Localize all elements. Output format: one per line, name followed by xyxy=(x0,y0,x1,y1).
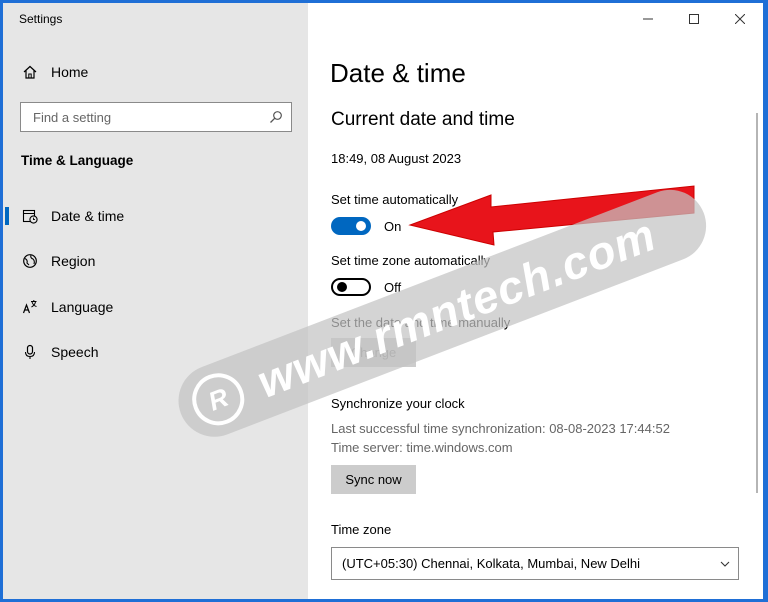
search-icon[interactable] xyxy=(269,110,283,129)
globe-icon xyxy=(21,252,39,270)
main-content: Date & time Current date and time 18:49,… xyxy=(330,3,750,599)
search-field[interactable] xyxy=(20,102,292,132)
sidebar-item-label: Region xyxy=(51,253,96,269)
timezone-label: Time zone xyxy=(331,522,392,537)
current-datetime: 18:49, 08 August 2023 xyxy=(331,151,462,166)
toggle-knob xyxy=(356,221,366,231)
auto-timezone-toggle[interactable] xyxy=(331,278,371,296)
sidebar-item-label: Language xyxy=(51,299,114,315)
chevron-down-icon xyxy=(720,561,730,567)
sidebar: Settings Home Time & Language Date & tim… xyxy=(3,3,308,599)
page-title: Date & time xyxy=(330,58,466,88)
auto-time-label: Set time automatically xyxy=(331,192,459,207)
sidebar-item-language[interactable]: Language xyxy=(3,289,308,325)
sidebar-item-label: Date & time xyxy=(51,208,125,224)
sync-now-button[interactable]: Sync now xyxy=(331,465,416,494)
change-button[interactable]: Change xyxy=(331,338,416,367)
timezone-value: (UTC+05:30) Chennai, Kolkata, Mumbai, Ne… xyxy=(342,556,641,571)
sync-heading: Synchronize your clock xyxy=(331,396,465,411)
toggle-knob xyxy=(337,282,347,292)
settings-window: Settings Home Time & Language Date & tim… xyxy=(3,3,763,599)
sidebar-item-home[interactable]: Home xyxy=(3,54,308,90)
sidebar-item-date-time[interactable]: Date & time xyxy=(3,198,308,234)
language-icon xyxy=(21,298,39,316)
sidebar-item-label: Speech xyxy=(51,344,99,360)
auto-time-state: On xyxy=(384,219,402,234)
time-server-text: Time server: time.windows.com xyxy=(331,440,513,455)
section-heading: Time & Language xyxy=(21,153,134,168)
auto-time-toggle[interactable] xyxy=(331,217,371,235)
sidebar-item-speech[interactable]: Speech xyxy=(3,334,308,370)
microphone-icon xyxy=(21,343,39,361)
manual-time-label: Set the date and time manually xyxy=(331,315,511,330)
timezone-select[interactable]: (UTC+05:30) Chennai, Kolkata, Mumbai, Ne… xyxy=(331,547,739,580)
sidebar-item-label: Home xyxy=(51,64,89,80)
last-sync-text: Last successful time synchronization: 08… xyxy=(331,421,670,436)
auto-timezone-state: Off xyxy=(384,280,402,295)
section-title: Current date and time xyxy=(331,109,515,130)
scrollbar[interactable] xyxy=(756,113,758,493)
search-input[interactable] xyxy=(31,109,265,126)
sidebar-item-region[interactable]: Region xyxy=(3,243,308,279)
home-icon xyxy=(21,63,39,81)
calendar-clock-icon xyxy=(21,207,39,225)
app-title: Settings xyxy=(19,12,63,26)
auto-timezone-label: Set time zone automatically xyxy=(331,253,490,268)
